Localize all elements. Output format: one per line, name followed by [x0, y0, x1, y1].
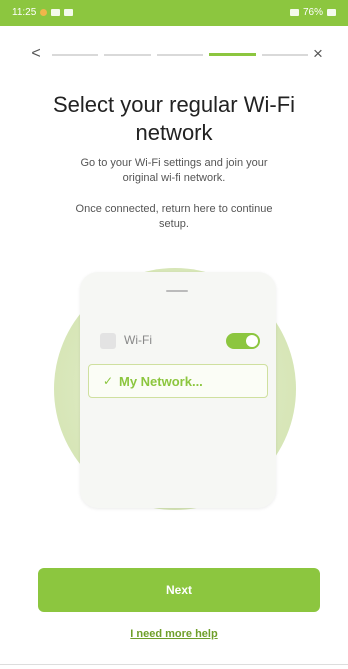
progress-step [104, 54, 151, 56]
page-title: Select your regular Wi-Fi network [52, 92, 296, 145]
progress-indicator [52, 53, 309, 57]
message-icon [51, 9, 61, 16]
status-right: 76% [289, 7, 336, 18]
progress-step [52, 54, 99, 56]
status-left: 11:25 [12, 7, 74, 18]
notification-icon [40, 9, 48, 16]
status-time: 11:25 [12, 7, 37, 18]
toggle-knob [246, 335, 258, 347]
phone-notch [166, 290, 188, 292]
next-button[interactable]: Next [38, 568, 320, 612]
signal-icon [289, 9, 299, 16]
progress-step [156, 54, 204, 56]
help-link[interactable]: I need more help [0, 628, 348, 640]
top-navigation: < × [0, 44, 348, 68]
chevron-left-icon: < [31, 45, 41, 62]
network-name: My Network... [119, 374, 203, 389]
status-bar: 11:25 76% [0, 0, 348, 26]
close-button[interactable]: × [308, 44, 328, 64]
back-button[interactable]: < [26, 44, 46, 64]
wifi-setting-row: Wi-Fi [100, 330, 260, 352]
instruction-text-secondary: Once connected, return here to continue … [75, 203, 273, 230]
bottom-divider [0, 664, 348, 665]
progress-step-active [209, 53, 256, 56]
battery-text: 76% [302, 7, 323, 18]
wifi-label: Wi-Fi [124, 333, 152, 347]
mail-icon [64, 9, 74, 16]
wifi-toggle [226, 333, 260, 349]
close-icon: × [313, 44, 323, 63]
phone-illustration: Wi-Fi ✓ My Network... [80, 272, 276, 508]
battery-icon [327, 9, 336, 16]
wifi-icon [100, 333, 116, 349]
progress-step [261, 54, 309, 56]
check-icon: ✓ [103, 374, 114, 388]
network-selection: ✓ My Network... [88, 364, 268, 398]
instruction-text: Go to your Wi-Fi settings and join your … [80, 157, 268, 184]
